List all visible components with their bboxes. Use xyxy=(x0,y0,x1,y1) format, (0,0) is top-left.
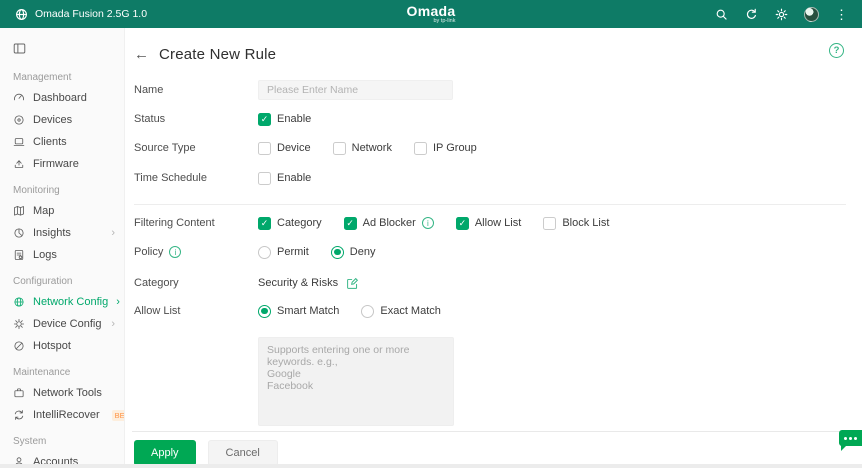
checkbox xyxy=(258,141,271,155)
filter-block-list-checkbox[interactable]: Block List xyxy=(543,216,609,230)
name-label: Name xyxy=(134,84,164,96)
source-ip-group-checkbox[interactable]: IP Group xyxy=(413,141,477,155)
page-title: Create New Rule xyxy=(159,46,277,63)
keywords-textarea[interactable] xyxy=(258,337,454,426)
top-bar: Omada Fusion 2.5G 1.0 Omada by tp-link ⋮ xyxy=(0,0,862,28)
radio-selected xyxy=(330,245,344,259)
sidebar-section-management: Management xyxy=(13,72,72,83)
policy-label: Policy xyxy=(134,246,164,258)
chevron-right-icon: › xyxy=(111,227,115,239)
checkbox xyxy=(413,141,427,155)
sidebar-item-map[interactable]: Map xyxy=(0,200,124,222)
checkbox xyxy=(332,141,346,155)
sidebar-item-insights[interactable]: Insights › xyxy=(0,222,124,244)
recover-icon xyxy=(14,410,24,420)
sidebar-collapse-icon[interactable] xyxy=(0,36,124,62)
document-icon xyxy=(14,250,24,260)
filter-ad-blocker-checkbox[interactable]: ✓ Ad Blocker i xyxy=(343,216,434,230)
check-icon: ✓ xyxy=(258,112,271,126)
feedback-chat-icon[interactable] xyxy=(839,430,862,451)
site-selector[interactable]: Omada Fusion 2.5G 1.0 xyxy=(0,7,147,21)
omada-logo: Omada by tp-link xyxy=(406,2,456,24)
sidebar-item-dashboard[interactable]: Dashboard xyxy=(0,87,124,109)
pie-chart-icon xyxy=(14,228,24,238)
filtering-content-label: Filtering Content xyxy=(134,217,215,229)
exact-match-radio[interactable]: Exact Match xyxy=(361,304,441,318)
cancel-button[interactable]: Cancel xyxy=(207,440,278,466)
sidebar-item-hotspot[interactable]: Hotspot xyxy=(0,335,124,357)
main-panel: ← Create New Rule ? Name Status ✓ Enable… xyxy=(126,28,862,468)
omada-app-window: Omada Fusion 2.5G 1.0 Omada by tp-link ⋮… xyxy=(0,0,862,468)
info-icon[interactable]: i xyxy=(169,246,182,258)
upload-icon xyxy=(14,160,24,168)
smart-match-radio[interactable]: Smart Match xyxy=(258,304,339,318)
radio xyxy=(361,304,375,318)
settings-icon[interactable] xyxy=(774,7,788,21)
filter-allow-list-checkbox[interactable]: ✓ Allow List xyxy=(455,216,521,230)
sidebar-item-logs[interactable]: Logs xyxy=(0,244,124,266)
radio-selected xyxy=(258,304,271,318)
policy-deny-radio[interactable]: Deny xyxy=(330,245,375,259)
allow-list-label: Allow List xyxy=(134,305,181,317)
hotspot-icon xyxy=(14,341,24,351)
info-icon[interactable]: i xyxy=(421,217,434,229)
section-divider xyxy=(134,204,846,205)
sidebar-section-configuration: Configuration xyxy=(13,276,73,287)
time-schedule-label: Time Schedule xyxy=(134,172,207,184)
checkbox xyxy=(258,171,271,185)
source-device-checkbox[interactable]: Device xyxy=(258,141,311,155)
footer-divider xyxy=(132,431,862,432)
chevron-right-icon: › xyxy=(111,318,115,330)
status-label: Status xyxy=(134,113,166,125)
target-icon xyxy=(14,115,24,125)
globe-icon xyxy=(14,297,24,307)
beta-badge: BETA xyxy=(111,409,124,421)
gauge-icon xyxy=(14,93,24,101)
sidebar-item-intellirecover[interactable]: IntelliRecover BETA xyxy=(0,404,124,426)
sidebar-section-monitoring: Monitoring xyxy=(13,185,60,196)
globe-icon xyxy=(14,7,28,21)
site-name: Omada Fusion 2.5G 1.0 xyxy=(35,8,148,20)
refresh-icon[interactable] xyxy=(744,7,758,21)
sidebar-item-network-tools[interactable]: Network Tools xyxy=(0,382,124,404)
source-type-label: Source Type xyxy=(134,142,196,154)
laptop-icon xyxy=(13,138,25,146)
kebab-menu-icon[interactable]: ⋮ xyxy=(835,8,848,21)
gear-icon xyxy=(13,318,25,330)
check-icon: ✓ xyxy=(343,216,357,230)
sidebar-item-devices[interactable]: Devices xyxy=(0,109,124,131)
sidebar-section-system: System xyxy=(13,436,47,447)
help-icon[interactable]: ? xyxy=(829,43,844,58)
map-icon xyxy=(14,206,24,216)
sidebar-item-clients[interactable]: Clients xyxy=(0,131,124,153)
back-button[interactable]: ← xyxy=(134,47,149,62)
policy-permit-radio[interactable]: Permit xyxy=(258,245,309,259)
source-network-checkbox[interactable]: Network xyxy=(332,141,392,155)
name-input[interactable] xyxy=(258,80,453,100)
check-icon: ✓ xyxy=(258,216,271,230)
sidebar-nav: Management Dashboard Devices Clients Fir… xyxy=(0,28,125,468)
check-icon: ✓ xyxy=(455,216,469,230)
filter-category-checkbox[interactable]: ✓ Category xyxy=(258,216,322,230)
category-label: Category xyxy=(134,277,179,289)
sidebar-section-maintenance: Maintenance xyxy=(13,367,71,378)
user-avatar[interactable] xyxy=(804,6,819,22)
window-bottom-edge xyxy=(0,464,862,468)
status-enable-checkbox[interactable]: ✓ Enable xyxy=(258,112,311,126)
radio xyxy=(258,245,271,259)
time-schedule-enable-checkbox[interactable]: Enable xyxy=(258,171,311,185)
sidebar-item-network-config[interactable]: Network Config › xyxy=(0,291,124,313)
sidebar-item-device-config[interactable]: Device Config › xyxy=(0,313,124,335)
chevron-right-icon: › xyxy=(116,296,120,308)
toolbox-icon xyxy=(14,388,24,398)
search-icon[interactable] xyxy=(714,7,728,21)
checkbox xyxy=(543,216,557,230)
edit-icon[interactable] xyxy=(346,277,359,290)
category-value: Security & Risks xyxy=(258,277,339,289)
sidebar-item-firmware[interactable]: Firmware xyxy=(0,153,124,175)
apply-button[interactable]: Apply xyxy=(134,440,196,466)
